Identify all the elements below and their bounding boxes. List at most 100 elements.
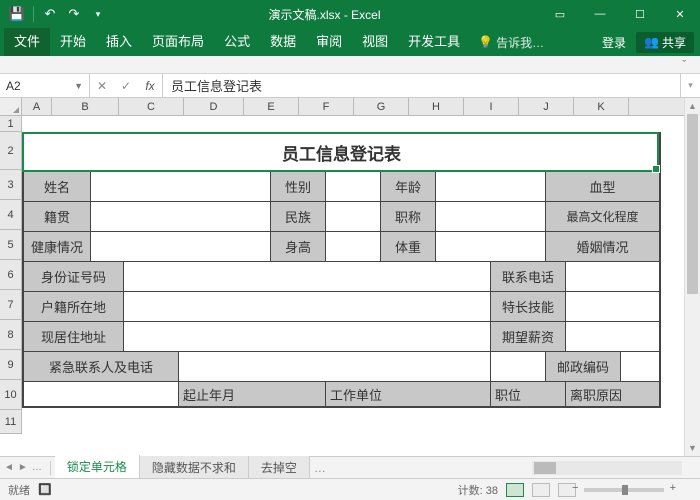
sheet-tab-hidden[interactable]: 隐藏数据不求和 [140, 456, 249, 479]
value-hukou[interactable] [124, 292, 491, 322]
value-salary[interactable] [566, 322, 659, 352]
ribbon-options-button[interactable]: ▭ [540, 0, 580, 28]
horizontal-scrollbar[interactable] [532, 461, 682, 475]
value-blank[interactable] [491, 352, 546, 382]
formula-expand-toggle[interactable]: ▾ [680, 74, 700, 97]
row-header-6[interactable]: 6 [0, 260, 21, 290]
tab-file[interactable]: 文件 [4, 28, 50, 56]
column-header-A[interactable]: A [22, 98, 52, 115]
row-header-10[interactable]: 10 [0, 380, 21, 410]
value-id[interactable] [124, 262, 491, 292]
scroll-down-icon[interactable]: ▼ [685, 440, 700, 456]
scroll-up-icon[interactable]: ▲ [685, 98, 700, 114]
row-header-5[interactable]: 5 [0, 230, 21, 260]
scrollbar-thumb[interactable] [687, 114, 698, 294]
row-header-1[interactable]: 1 [0, 116, 21, 132]
column-header-H[interactable]: H [409, 98, 464, 115]
value-age[interactable] [436, 172, 546, 202]
label-height: 身高 [271, 232, 326, 262]
insert-function-button[interactable]: fx [138, 79, 162, 93]
minimize-button[interactable]: — [580, 0, 620, 28]
row-header-4[interactable]: 4 [0, 200, 21, 230]
maximize-button[interactable]: ☐ [620, 0, 660, 28]
tab-view[interactable]: 视图 [352, 28, 398, 56]
formula-enter-button[interactable]: ✓ [114, 79, 138, 93]
hscroll-thumb[interactable] [534, 462, 556, 474]
label-position: 职位 [491, 382, 566, 406]
row-header-11[interactable]: 11 [0, 410, 21, 434]
value-exp-blank[interactable] [24, 382, 179, 406]
zoom-slider[interactable] [584, 488, 664, 492]
value-postcode[interactable] [621, 352, 659, 382]
qat-more-button[interactable]: ▾ [87, 3, 109, 25]
row-header-9[interactable]: 9 [0, 350, 21, 380]
undo-button[interactable]: ↶ [39, 3, 61, 25]
column-header-I[interactable]: I [464, 98, 519, 115]
column-header-F[interactable]: F [299, 98, 354, 115]
status-ready: 就绪 [8, 482, 30, 498]
sheet-more-icon[interactable]: … [32, 462, 42, 473]
chevron-down-icon: ▼ [74, 81, 83, 91]
employee-form: 员工信息登记表 姓名 性别 年龄 血型 籍贯 民族 职称 最高文化程度 [22, 132, 661, 408]
value-phone[interactable] [566, 262, 659, 292]
cells-area[interactable]: 员工信息登记表 姓名 性别 年龄 血型 籍贯 民族 职称 最高文化程度 [22, 116, 700, 456]
tab-formula[interactable]: 公式 [214, 28, 260, 56]
value-ethnic[interactable] [326, 202, 381, 232]
select-all-button[interactable] [0, 98, 22, 116]
row-header-7[interactable]: 7 [0, 290, 21, 320]
tab-developer[interactable]: 开发工具 [398, 28, 470, 56]
zoom-thumb[interactable] [622, 485, 628, 495]
column-header-E[interactable]: E [244, 98, 299, 115]
share-button[interactable]: 👥共享 [636, 32, 694, 53]
value-emergency[interactable] [179, 352, 491, 382]
quick-access-toolbar: 💾 ↶ ↷ ▾ [0, 3, 109, 25]
ribbon-collapse-toggle[interactable]: ˇ [682, 59, 686, 71]
column-header-C[interactable]: C [119, 98, 184, 115]
column-header-K[interactable]: K [574, 98, 629, 115]
tab-data[interactable]: 数据 [260, 28, 306, 56]
tell-me-search[interactable]: 💡告诉我… [478, 34, 544, 51]
column-header-G[interactable]: G [354, 98, 409, 115]
sheet-next-icon[interactable]: ► [18, 462, 28, 473]
tab-page-layout[interactable]: 页面布局 [142, 28, 214, 56]
value-native[interactable] [91, 202, 271, 232]
view-normal-button[interactable] [506, 483, 524, 497]
row-header-2[interactable]: 2 [0, 132, 21, 170]
tab-review[interactable]: 审阅 [306, 28, 352, 56]
row-header-3[interactable]: 3 [0, 170, 21, 200]
row-header-8[interactable]: 8 [0, 320, 21, 350]
column-header-J[interactable]: J [519, 98, 574, 115]
column-header-D[interactable]: D [184, 98, 244, 115]
value-addr[interactable] [124, 322, 491, 352]
value-title[interactable] [436, 202, 546, 232]
value-gender[interactable] [326, 172, 381, 202]
close-button[interactable]: ✕ [660, 0, 700, 28]
column-header-B[interactable]: B [52, 98, 119, 115]
tab-insert[interactable]: 插入 [96, 28, 142, 56]
sheet-prev-icon[interactable]: ◄ [4, 462, 14, 473]
value-health[interactable] [91, 232, 271, 262]
tab-home[interactable]: 开始 [50, 28, 96, 56]
view-pagelayout-button[interactable] [532, 483, 550, 497]
label-emergency: 紧急联系人及电话 [24, 352, 179, 382]
value-weight[interactable] [436, 232, 546, 262]
formula-bar: A2 ▼ ✕ ✓ fx 员工信息登记表 ▾ [0, 74, 700, 98]
redo-button[interactable]: ↷ [63, 3, 85, 25]
label-weight: 体重 [381, 232, 436, 262]
label-addr: 现居住地址 [24, 322, 124, 352]
signin-link[interactable]: 登录 [602, 34, 626, 51]
ribbon-collapse-bar: ˇ [0, 56, 700, 74]
sheet-more-right-icon[interactable]: … [314, 461, 326, 475]
value-skill[interactable] [566, 292, 659, 322]
formula-cancel-button[interactable]: ✕ [90, 79, 114, 93]
label-age: 年龄 [381, 172, 436, 202]
value-name[interactable] [91, 172, 271, 202]
value-height[interactable] [326, 232, 381, 262]
vertical-scrollbar[interactable]: ▲ ▼ [684, 98, 700, 456]
save-button[interactable]: 💾 [6, 3, 28, 25]
sheet-tab-locked[interactable]: 锁定单元格 [55, 455, 140, 480]
name-box[interactable]: A2 ▼ [0, 74, 90, 97]
formula-input[interactable]: 员工信息登记表 [163, 74, 680, 97]
sheet-tab-remove[interactable]: 去掉空 [249, 456, 310, 479]
label-marriage: 婚姻情况 [546, 232, 659, 262]
